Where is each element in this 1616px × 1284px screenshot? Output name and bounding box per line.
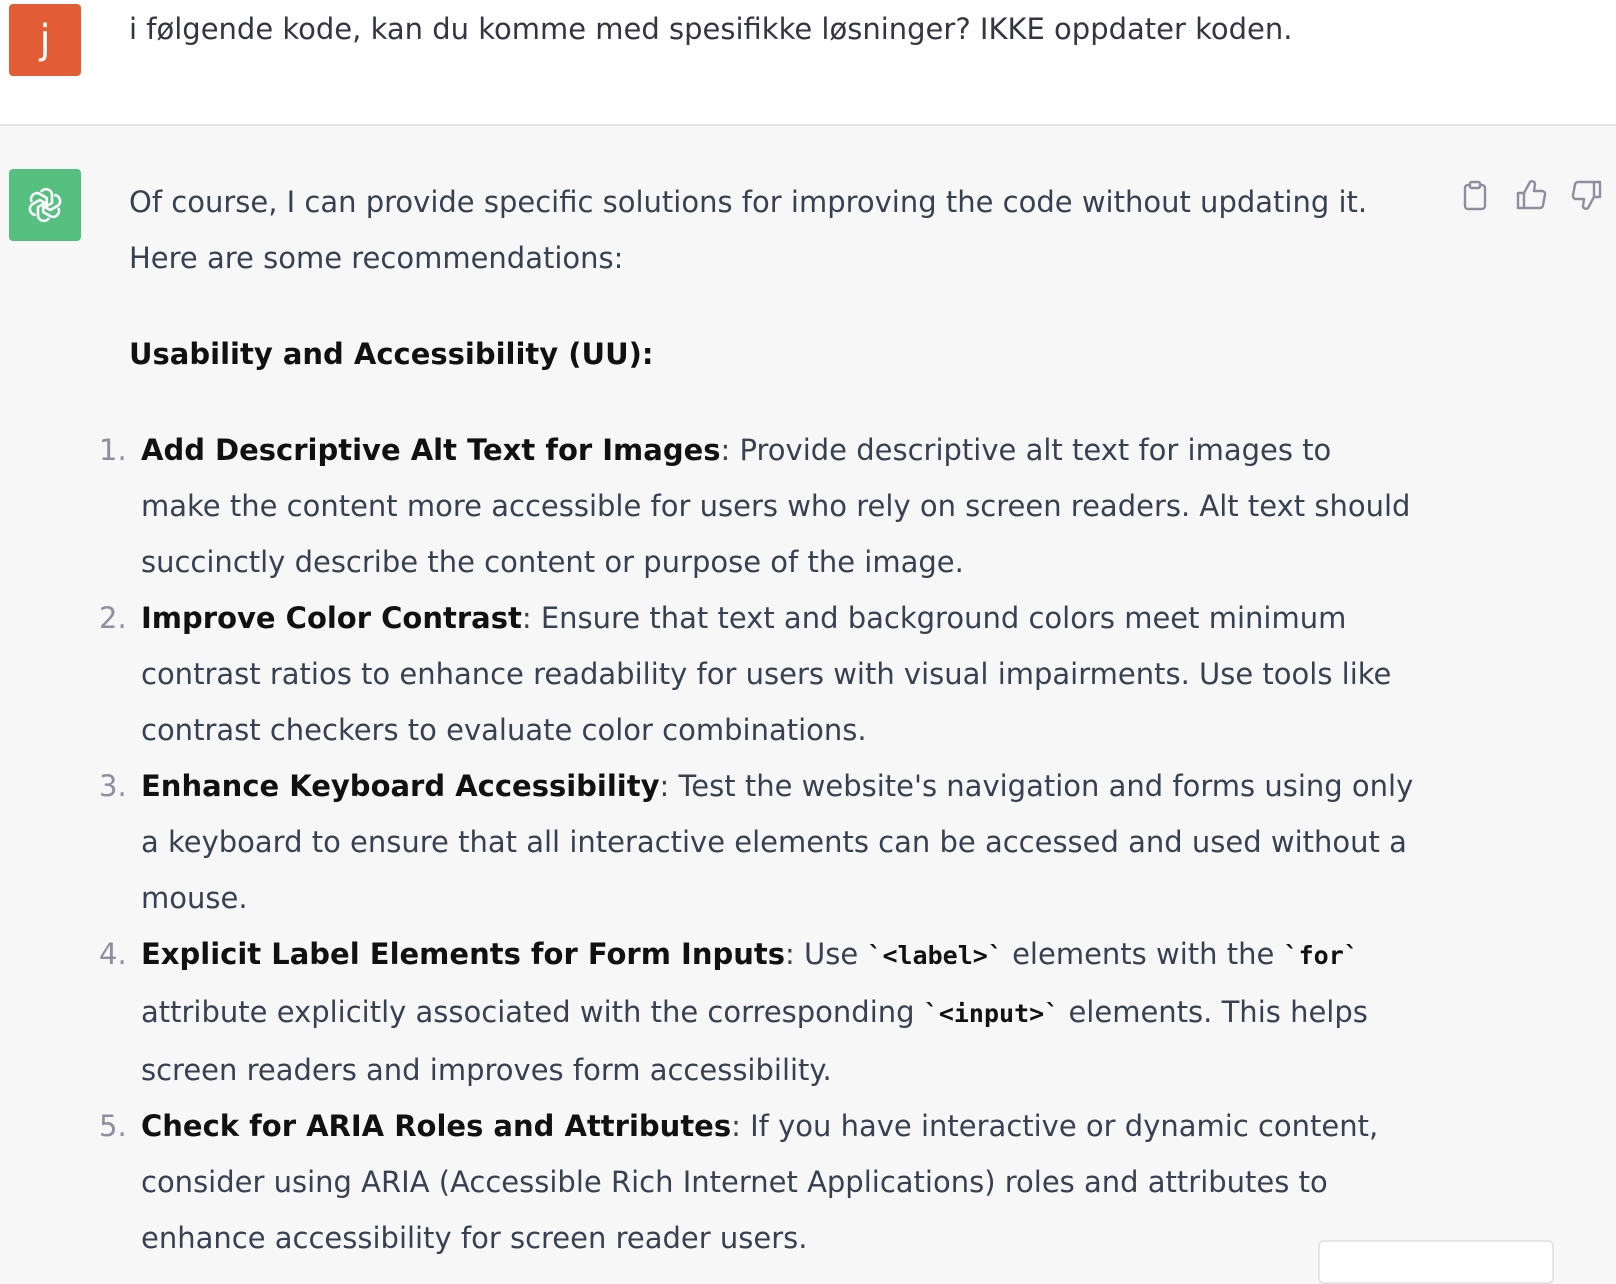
item-title: Add Descriptive Alt Text for Images — [141, 433, 721, 467]
copy-button[interactable] — [1458, 178, 1492, 212]
item-text: attribute explicitly associated with the… — [141, 995, 924, 1029]
user-avatar: j — [9, 4, 81, 76]
assistant-intro: Of course, I can provide specific soluti… — [129, 185, 1368, 275]
list-number: 5. — [99, 1109, 127, 1143]
item-title: Check for ARIA Roles and Attributes — [141, 1109, 732, 1143]
item-title: Explicit Label Elements for Form Inputs — [141, 937, 786, 971]
item-text: elements with the — [1002, 937, 1284, 971]
list-number: 4. — [99, 937, 127, 971]
inline-code: `for` — [1283, 941, 1359, 970]
list-item: 5. Check for ARIA Roles and Attributes: … — [99, 1098, 1419, 1266]
clipboard-icon — [1463, 180, 1487, 211]
assistant-message-body: Of course, I can provide specific soluti… — [99, 174, 1419, 1266]
thumbs-down-icon — [1571, 180, 1602, 210]
item-title: Improve Color Contrast — [141, 601, 522, 635]
inline-code: `<input>` — [923, 999, 1060, 1028]
assistant-message-row: Of course, I can provide specific soluti… — [0, 126, 1616, 1270]
list-item: 2. Improve Color Contrast: Ensure that t… — [99, 590, 1419, 758]
message-actions — [1458, 178, 1604, 212]
regenerate-button-partial[interactable] — [1318, 1240, 1554, 1284]
list-item: 4. Explicit Label Elements for Form Inpu… — [99, 926, 1419, 1098]
user-message-row: j i følgende kode, kan du komme med spes… — [0, 0, 1616, 126]
user-avatar-letter: j — [39, 17, 51, 63]
openai-logo-icon — [28, 187, 62, 223]
list-number: 2. — [99, 601, 127, 635]
section-heading: Usability and Accessibility (UU): — [129, 337, 654, 371]
recommendation-list: 1. Add Descriptive Alt Text for Images : … — [99, 422, 1419, 1266]
list-number: 3. — [99, 769, 127, 803]
user-message-text: i følgende kode, kan du komme med spesif… — [129, 12, 1293, 46]
list-item: 1. Add Descriptive Alt Text for Images: … — [99, 422, 1419, 590]
list-number: 1. — [99, 433, 127, 467]
thumbs-up-button[interactable] — [1514, 178, 1548, 212]
thumbs-up-icon — [1516, 180, 1547, 210]
item-text: : Use — [785, 937, 868, 971]
inline-code: `<label>` — [867, 941, 1003, 970]
assistant-avatar — [9, 169, 81, 241]
list-item: 3. Enhance Keyboard Accessibility: Test … — [99, 758, 1419, 926]
thumbs-down-button[interactable] — [1570, 178, 1604, 212]
item-title: Enhance Keyboard Accessibility — [141, 769, 660, 803]
